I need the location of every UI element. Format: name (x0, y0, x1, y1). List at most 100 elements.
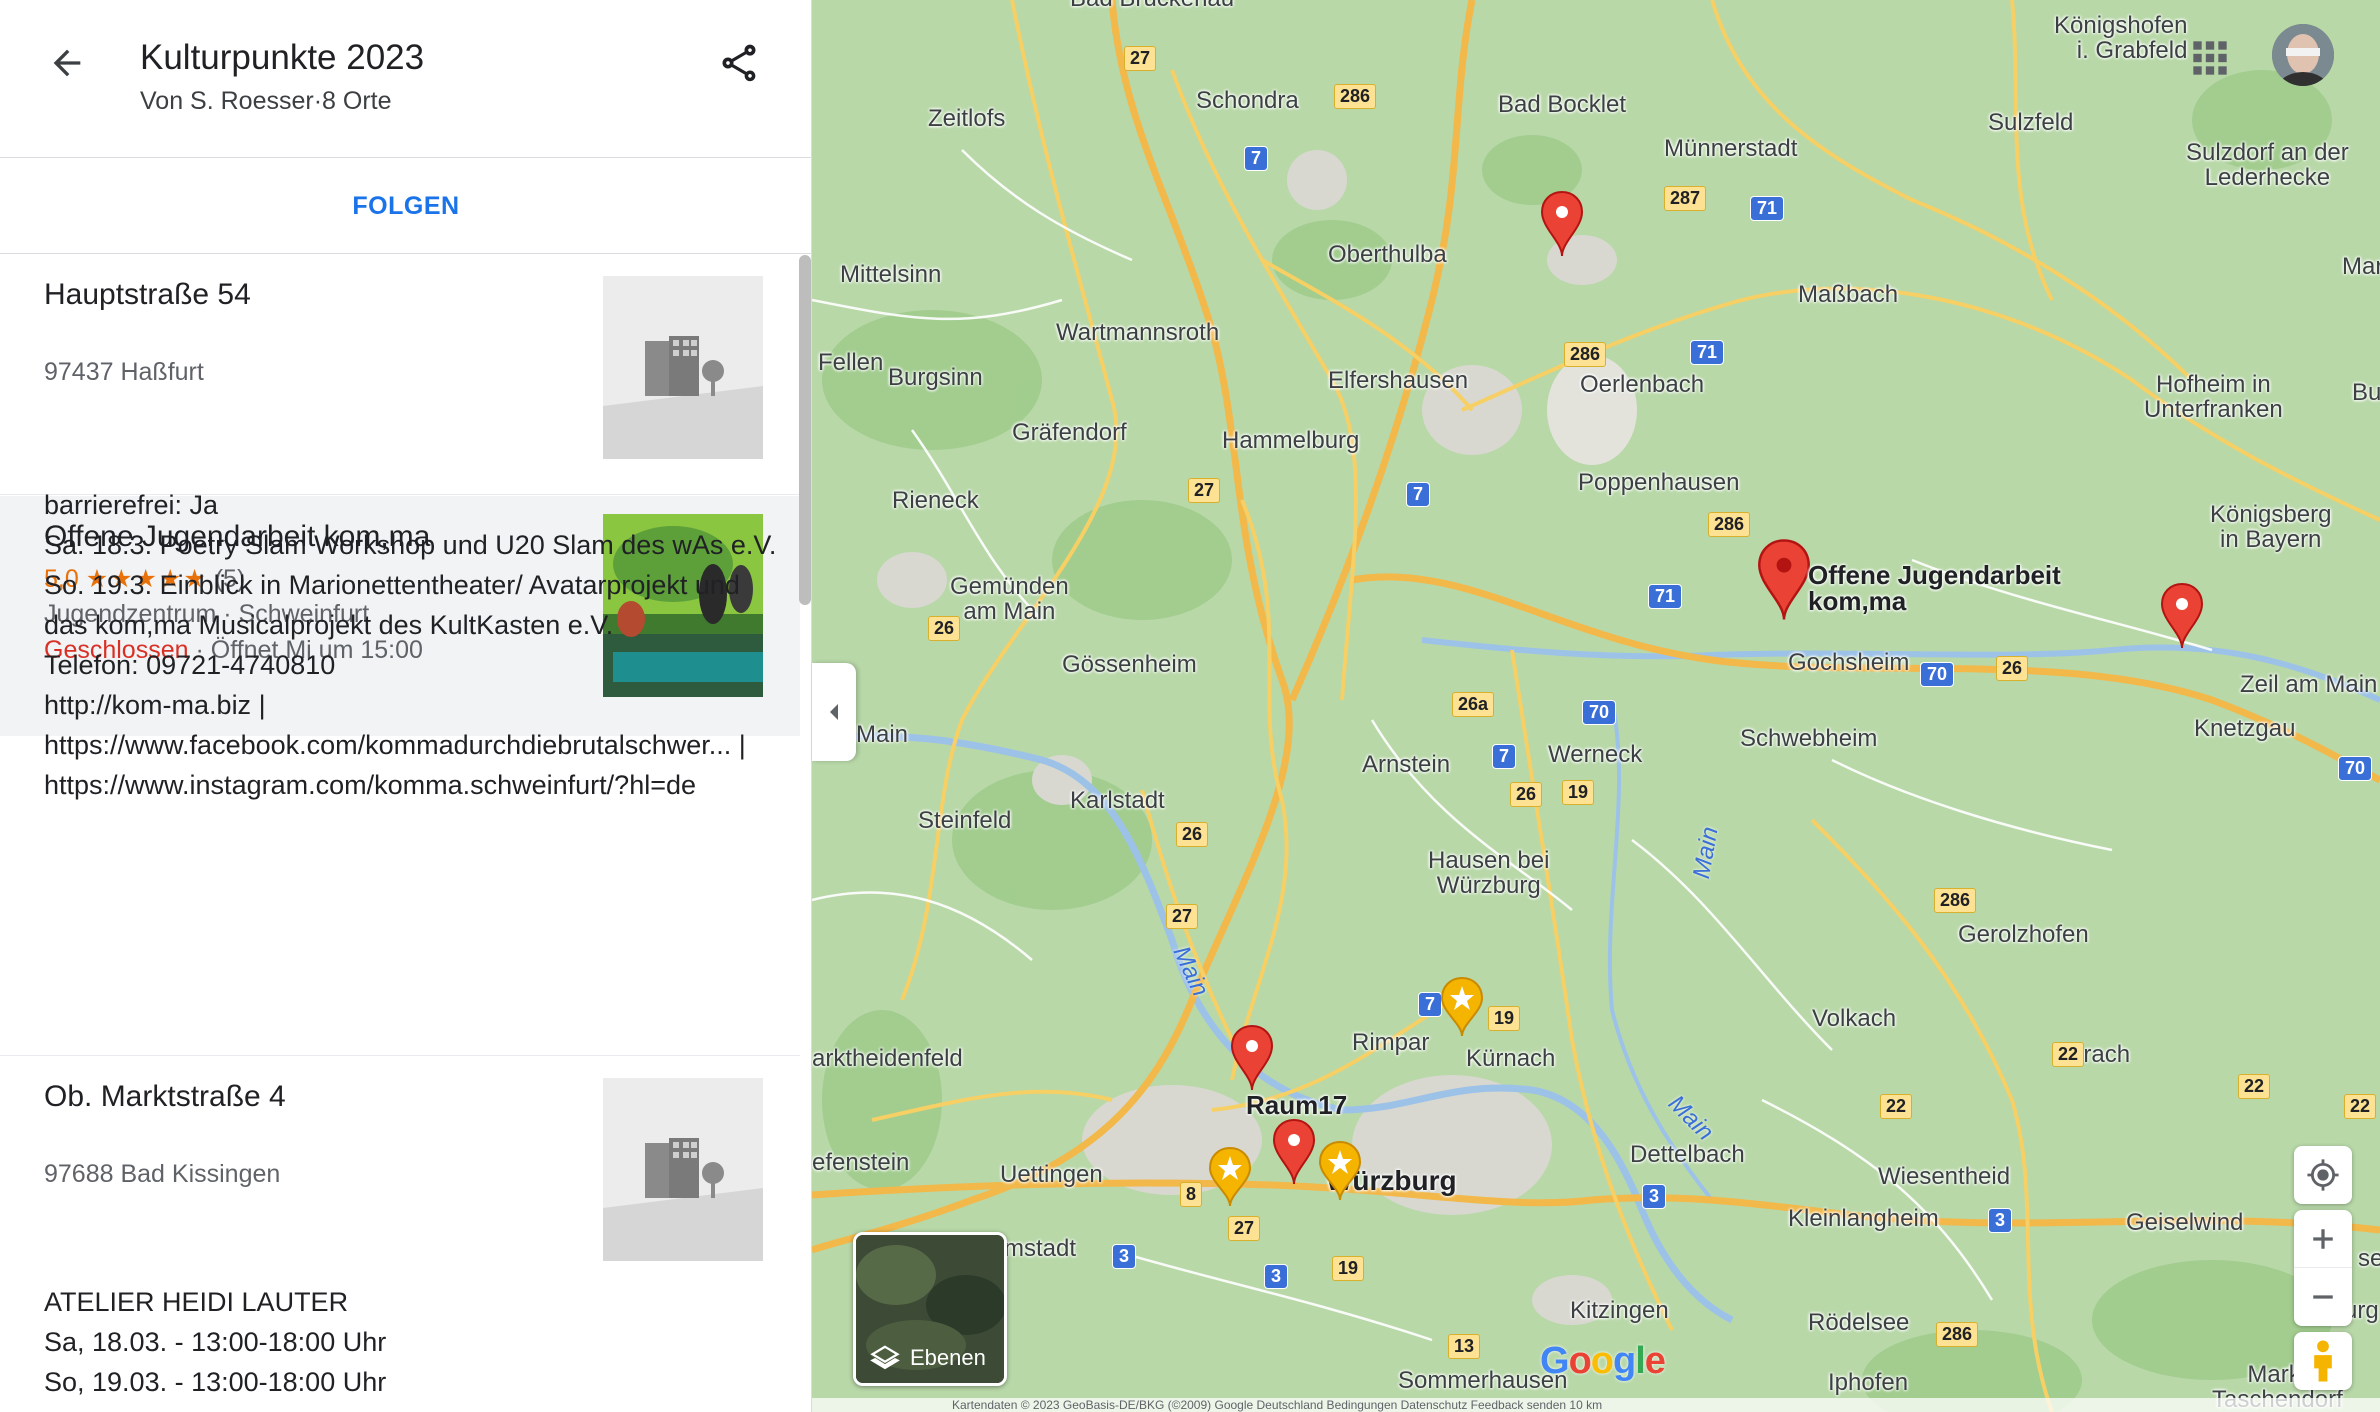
follow-bar: FOLGEN (0, 159, 811, 254)
road-shield: 27 (1166, 904, 1199, 929)
share-icon (722, 44, 756, 82)
autobahn-shield: 71 (1690, 340, 1725, 365)
list-item[interactable]: Hauptstraße 54 97437 Haßfurt (0, 255, 800, 495)
place-label: Wiesentheid (1878, 1163, 2011, 1190)
autobahn-shield: 7 (1418, 992, 1443, 1017)
google-logo-letter: g (1613, 1340, 1636, 1382)
description-line: ATELIER HEIDI LAUTER (44, 1287, 349, 1317)
description-line: das kom,ma Musicalprojekt des KultKasten… (44, 610, 614, 640)
place-label: Poppenhausen (1578, 469, 1740, 496)
place-label: Main (856, 721, 909, 748)
avatar[interactable] (2272, 24, 2334, 86)
road-shield: 27 (1124, 46, 1157, 71)
autobahn-shield: 3 (1112, 1244, 1137, 1269)
place-label: Elfershausen (1328, 367, 1469, 394)
road-shield: 19 (1332, 1256, 1365, 1281)
place-label: Gräfendorf (1012, 419, 1127, 446)
place-label: Bad Brückenau (1070, 0, 1234, 11)
instagram-link[interactable]: https://www.instagram.com/komma.schweinf… (44, 765, 794, 805)
list-item[interactable]: Ob. Marktstraße 4 97688 Bad Kissingen AT… (0, 1055, 800, 1412)
building-placeholder-image (603, 1078, 763, 1261)
map-pin-marker[interactable] (1540, 190, 1584, 258)
autobahn-shield: 7 (1492, 744, 1517, 769)
place-label: Gochsheim (1788, 649, 1910, 676)
raum17-pin-label: Raum17 (1246, 1090, 1348, 1120)
map-pin-marker-selected[interactable] (1756, 538, 1812, 622)
arrow-back-icon (53, 49, 81, 77)
pegman-icon (2314, 1340, 2332, 1382)
place-label: Hausen bei Würzburg (1428, 847, 1550, 899)
place-label: Gerolzhofen (1958, 921, 2089, 948)
starred-place-marker[interactable] (1440, 976, 1484, 1038)
place-address: 97437 Haßfurt (44, 358, 204, 386)
place-label: Burgsinn (888, 364, 983, 391)
place-label: Rieneck (892, 487, 979, 514)
description-line: barrierefrei: Ja (44, 490, 219, 520)
place-label: Werneck (1548, 741, 1643, 768)
zoom-in-button[interactable] (2294, 1210, 2352, 1268)
map-pin-marker[interactable] (1230, 1024, 1274, 1092)
place-label: Geiselwind (2126, 1209, 2244, 1236)
place-label: Bad Bocklet (1498, 91, 1627, 118)
facebook-link[interactable]: https://www.facebook.com/kommadurchdiebr… (44, 725, 794, 765)
place-label: Karlstadt (1070, 787, 1165, 814)
map-canvas[interactable]: Bad Brückenau Zeitlofs Schondra Bad Bock… (812, 0, 2380, 1412)
place-label: Hammelburg (1222, 427, 1360, 454)
autobahn-shield: 7 (1244, 146, 1269, 171)
place-label: arktheidenfeld (812, 1045, 963, 1072)
autobahn-shield: 3 (1642, 1184, 1667, 1209)
place-label: Schwebheim (1740, 725, 1878, 752)
my-location-button[interactable] (2294, 1146, 2352, 1204)
place-label: Oberthulba (1328, 241, 1447, 268)
road-shield: 22 (1880, 1094, 1913, 1119)
follow-button[interactable]: FOLGEN (352, 192, 459, 221)
website-link[interactable]: http://kom-ma.biz | (44, 685, 794, 725)
road-shield: 22 (2052, 1042, 2085, 1067)
road-shield: 27 (1228, 1216, 1261, 1241)
road-shield: 13 (1448, 1334, 1481, 1359)
road-shield: 8 (1180, 1182, 1203, 1207)
map-pin-marker[interactable] (2160, 582, 2204, 650)
plus-icon (2313, 1228, 2333, 1249)
place-label: Rödelsee (1808, 1309, 1910, 1336)
road-shield: 19 (1562, 780, 1595, 805)
layers-label: Ebenen (910, 1345, 986, 1370)
place-description: barrierefrei: Ja Sa. 18.3. Poetry Slam W… (44, 485, 794, 805)
map-pin-marker[interactable] (1272, 1118, 1316, 1186)
place-list[interactable]: Hauptstraße 54 97437 Haßfurt Offene Juge… (0, 255, 800, 1412)
place-label: Knetzgau (2194, 715, 2296, 742)
apps-grid-icon[interactable] (2190, 38, 2230, 78)
place-label: Münnerstadt (1664, 135, 1798, 162)
place-label: Steinfeld (918, 807, 1012, 834)
share-button[interactable] (712, 36, 766, 90)
autobahn-shield: 70 (1920, 662, 1955, 687)
google-logo-letter: o (1590, 1340, 1614, 1382)
place-label: se (2358, 1245, 2380, 1272)
starred-place-marker[interactable] (1208, 1146, 1252, 1208)
description-line: Sa. 18.3. Poetry Slam Workshop und U20 S… (44, 530, 777, 560)
scrollbar[interactable] (799, 255, 811, 605)
starred-place-marker[interactable] (1318, 1140, 1362, 1202)
street-view-pegman-button[interactable] (2294, 1332, 2352, 1390)
back-button[interactable] (42, 38, 92, 88)
place-label: Zeil am Main (2240, 671, 2378, 698)
place-label: mstadt (1004, 1235, 1077, 1262)
zoom-out-button[interactable] (2294, 1268, 2352, 1326)
description-line: So. 19.3. Einblick in Marionettentheater… (44, 570, 740, 600)
place-address: 97688 Bad Kissingen (44, 1160, 281, 1188)
collapse-panel-button[interactable] (812, 663, 856, 761)
place-label: Sulzdorf an der Lederhecke (2186, 139, 2349, 191)
place-label: Uettingen (1000, 1161, 1103, 1188)
road-shield: 26 (928, 616, 961, 641)
autobahn-shield: 71 (1750, 196, 1785, 221)
place-label: Wartmannsroth (1056, 319, 1220, 346)
place-label: Kürnach (1466, 1045, 1556, 1072)
description-line: So, 19.03. - 13:00-18:00 Uhr (44, 1367, 387, 1397)
place-label: Rimpar (1352, 1029, 1430, 1056)
layers-button[interactable]: Ebenen (853, 1232, 1007, 1386)
road-shield: 286 (1334, 84, 1377, 109)
road-shield: 286 (1936, 1322, 1979, 1347)
google-logo-letter: G (1540, 1340, 1570, 1382)
google-logo: Google (1540, 1340, 1666, 1383)
google-logo-letter: e (1644, 1340, 1666, 1382)
